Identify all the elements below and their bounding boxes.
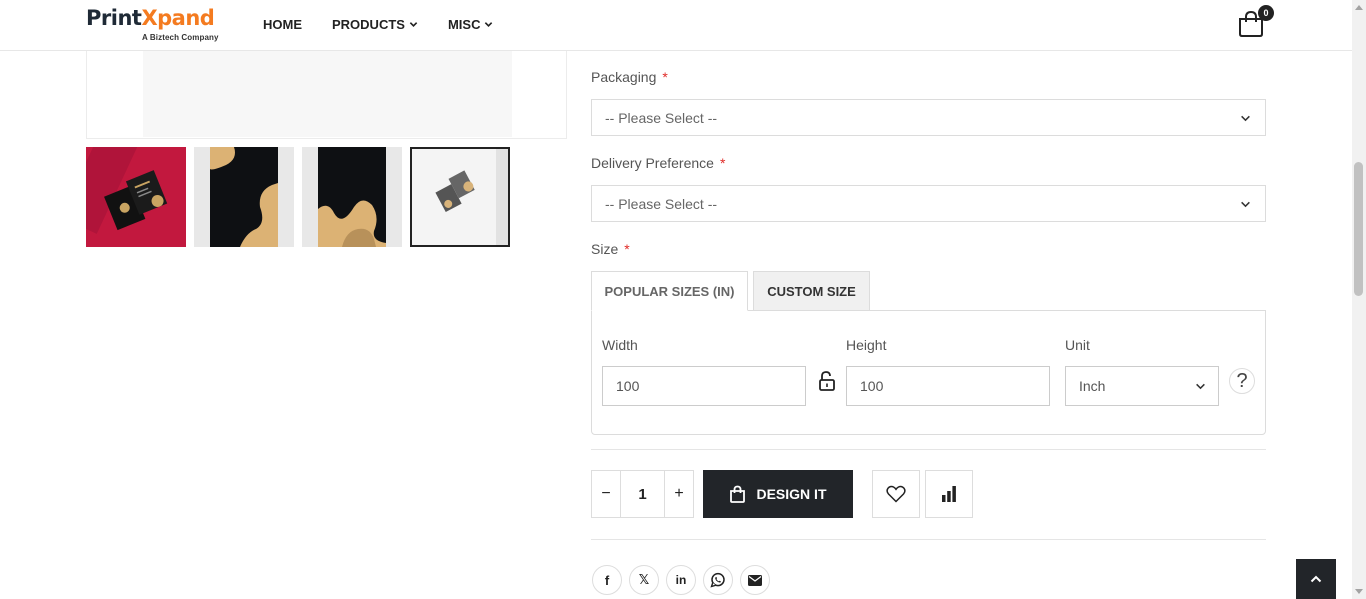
height-input[interactable]: 100: [846, 366, 1050, 406]
nav-misc-label: MISC: [447, 17, 481, 32]
main-product-image: [86, 40, 567, 139]
thumbnail-image: [194, 147, 294, 247]
logo-tagline: A Biztech Company: [142, 33, 219, 42]
site-header: PrintXpand A Biztech Company HOME PRODUC…: [0, 0, 1352, 51]
height-label: Height: [846, 337, 887, 353]
chevron-down-icon: [1241, 201, 1250, 208]
size-label-text: Size: [591, 241, 619, 257]
packaging-select[interactable]: -- Please Select --: [591, 99, 1266, 136]
nav-misc[interactable]: MISC: [448, 17, 494, 32]
chevron-down-icon: [1196, 383, 1205, 390]
heart-icon: [886, 485, 906, 503]
design-it-label: DESIGN IT: [756, 486, 827, 502]
thumbnail-image: [412, 149, 508, 245]
chevron-down-icon: [409, 22, 418, 27]
chevron-up-icon: [1310, 575, 1322, 583]
chevron-down-icon: [1241, 115, 1250, 122]
linkedin-icon[interactable]: in: [666, 565, 696, 595]
packaging-label: Packaging *: [591, 69, 668, 85]
required-asterisk: *: [662, 69, 668, 85]
width-input[interactable]: 100: [602, 366, 806, 406]
delivery-preference-select[interactable]: -- Please Select --: [591, 185, 1266, 222]
whatsapp-glyph: [710, 572, 725, 588]
wishlist-button[interactable]: [872, 470, 920, 518]
unit-select[interactable]: Inch: [1065, 366, 1219, 406]
tab-custom-size[interactable]: CUSTOM SIZE: [753, 271, 870, 311]
thumbnail-1[interactable]: [86, 147, 186, 247]
x-twitter-icon[interactable]: 𝕏: [629, 565, 659, 595]
scroll-to-top-button[interactable]: [1296, 559, 1336, 599]
logo-wordmark: PrintXpand: [86, 6, 226, 30]
cart-count-badge: 0: [1258, 5, 1274, 21]
envelope-glyph: [748, 574, 762, 586]
design-it-button[interactable]: DESIGN IT: [703, 470, 853, 518]
thumbnail-4-selected[interactable]: [410, 147, 510, 247]
email-icon[interactable]: [740, 565, 770, 595]
logo-part-print: Print: [86, 6, 142, 30]
scroll-up-arrow-icon[interactable]: [1355, 5, 1363, 10]
quantity-decrease-button[interactable]: −: [592, 471, 621, 517]
bar-chart-icon: [942, 486, 956, 502]
unlock-icon[interactable]: [818, 371, 836, 391]
facebook-icon[interactable]: f: [592, 565, 622, 595]
main-image-canvas: [143, 40, 512, 137]
packaging-select-value: -- Please Select --: [605, 109, 718, 126]
scrollbar-thumb[interactable]: [1354, 162, 1363, 296]
help-icon[interactable]: ?: [1229, 368, 1255, 394]
page-scrollbar[interactable]: [1352, 0, 1366, 599]
whatsapp-icon[interactable]: [703, 565, 733, 595]
thumbnail-image: [302, 147, 402, 247]
delivery-preference-label: Delivery Preference *: [591, 155, 725, 171]
delivery-label-text: Delivery Preference: [591, 155, 714, 171]
chevron-down-icon: [485, 22, 493, 27]
thumbnail-image: [86, 147, 186, 247]
divider: [591, 449, 1266, 450]
quantity-stepper: − 1 +: [591, 470, 694, 518]
unit-label: Unit: [1065, 337, 1090, 353]
shopping-bag-icon: [730, 485, 746, 503]
delivery-select-value: -- Please Select --: [605, 195, 718, 212]
size-label: Size *: [591, 241, 630, 257]
compare-button[interactable]: [925, 470, 973, 518]
printxpand-logo[interactable]: PrintXpand A Biztech Company: [86, 6, 226, 46]
width-label: Width: [602, 337, 638, 353]
quantity-increase-button[interactable]: +: [664, 471, 693, 517]
required-asterisk: *: [624, 241, 630, 257]
nav-home[interactable]: HOME: [263, 17, 302, 32]
logo-part-xpand: Xpand: [141, 6, 215, 30]
packaging-label-text: Packaging: [591, 69, 657, 85]
quantity-value[interactable]: 1: [621, 471, 664, 517]
nav-home-label: HOME: [263, 17, 302, 32]
thumbnail-3[interactable]: [302, 147, 402, 247]
divider: [591, 539, 1266, 540]
unit-select-value: Inch: [1079, 378, 1106, 394]
tab-popular-sizes[interactable]: POPULAR SIZES (IN): [591, 271, 748, 311]
main-nav: HOME PRODUCTS MISC: [263, 17, 523, 32]
nav-products-label: PRODUCTS: [332, 17, 405, 32]
scroll-down-arrow-icon[interactable]: [1355, 589, 1363, 594]
thumbnail-2[interactable]: [194, 147, 294, 247]
nav-products[interactable]: PRODUCTS: [332, 17, 418, 32]
required-asterisk: *: [719, 155, 726, 171]
